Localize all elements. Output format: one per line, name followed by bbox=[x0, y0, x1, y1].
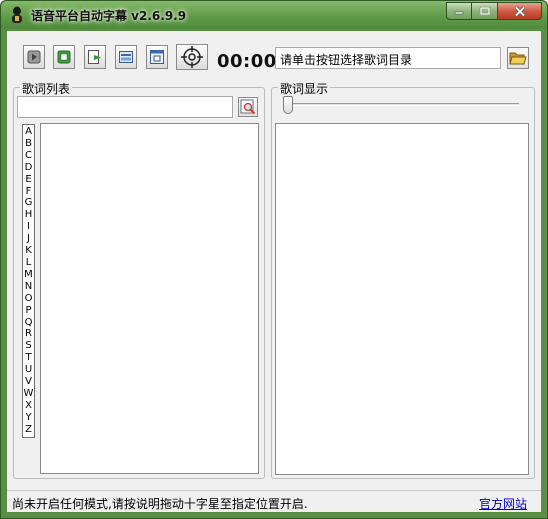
alphabet-letter[interactable]: O bbox=[25, 293, 33, 304]
alphabet-letter[interactable]: E bbox=[25, 174, 31, 185]
alphabet-letter[interactable]: X bbox=[25, 400, 32, 411]
alphabet-letter[interactable]: Z bbox=[25, 424, 32, 435]
alphabet-letter[interactable]: V bbox=[25, 377, 32, 387]
maximize-button[interactable] bbox=[472, 2, 498, 20]
alphabet-letter[interactable]: D bbox=[25, 162, 33, 173]
alphabet-letter[interactable]: W bbox=[24, 388, 34, 399]
crosshair-button[interactable] bbox=[176, 44, 208, 70]
alphabet-letter[interactable]: H bbox=[25, 210, 33, 220]
lyric-display-panel bbox=[275, 123, 529, 475]
document-icon bbox=[119, 51, 133, 63]
window-icon bbox=[150, 50, 164, 64]
app-icon bbox=[12, 6, 22, 23]
timer-display: 00:00 bbox=[217, 51, 277, 72]
song-search-button[interactable] bbox=[238, 97, 258, 117]
lyric-progress-thumb[interactable] bbox=[283, 96, 293, 114]
alphabet-letter[interactable]: T bbox=[25, 353, 31, 363]
alphabet-letter[interactable]: P bbox=[25, 305, 31, 316]
alphabet-letter[interactable]: S bbox=[25, 341, 31, 351]
crosshair-icon bbox=[181, 46, 203, 68]
window-title: 语音平台自动字幕 v2.6.9.9 bbox=[31, 9, 187, 23]
minimize-button[interactable] bbox=[446, 2, 472, 20]
alphabet-letter[interactable]: J bbox=[27, 234, 30, 244]
alphabet-letter[interactable]: Q bbox=[25, 317, 33, 328]
alphabet-letter[interactable]: A bbox=[25, 127, 32, 137]
alphabet-letter[interactable]: K bbox=[25, 246, 32, 256]
alphabet-letter[interactable]: N bbox=[25, 281, 32, 292]
alphabet-letter[interactable]: Y bbox=[25, 412, 31, 423]
alphabet-letter[interactable]: C bbox=[25, 150, 32, 161]
play-icon bbox=[27, 50, 41, 64]
close-button[interactable] bbox=[498, 2, 542, 20]
song-search-input[interactable] bbox=[17, 96, 233, 118]
alphabet-letter[interactable]: B bbox=[25, 138, 32, 149]
export-icon bbox=[88, 50, 101, 64]
choose-folder-button[interactable] bbox=[507, 47, 529, 69]
client-area: 00:00 请单击按钮选择歌词目录 歌词列表 ABCDEFGHIJKLMNOPQ… bbox=[7, 31, 541, 512]
alphabet-letter[interactable]: M bbox=[24, 269, 33, 280]
alphabet-letter[interactable]: F bbox=[26, 186, 32, 197]
lyrics-directory-field[interactable]: 请单击按钮选择歌词目录 bbox=[275, 47, 501, 69]
stop-button[interactable] bbox=[53, 45, 75, 69]
status-bar: 尚未开启任何模式,请按说明拖动十字星至指定位置开启. 官方网站 bbox=[7, 490, 541, 512]
official-site-link[interactable]: 官方网站 bbox=[479, 495, 527, 512]
window-controls bbox=[446, 2, 542, 20]
alphabet-letter[interactable]: G bbox=[25, 198, 33, 208]
lyrics-edit-button[interactable] bbox=[115, 45, 137, 69]
export-button[interactable] bbox=[84, 45, 106, 69]
lyric-progress-slider[interactable] bbox=[287, 103, 519, 106]
alphabet-letter[interactable]: L bbox=[26, 257, 32, 268]
alphabet-letter[interactable]: I bbox=[27, 222, 30, 232]
maximize-icon bbox=[479, 6, 490, 16]
close-icon bbox=[514, 5, 525, 17]
stop-icon bbox=[57, 50, 71, 64]
app-window: 语音平台自动字幕 v2.6.9.9 00:00 请单击按钮选择歌词目录 歌词列表… bbox=[0, 0, 548, 519]
mode-button[interactable] bbox=[146, 45, 168, 69]
folder-open-icon bbox=[509, 52, 527, 65]
alphabet-letter[interactable]: R bbox=[25, 329, 32, 339]
song-list-title: 歌词列表 bbox=[20, 80, 73, 97]
search-icon bbox=[240, 99, 256, 115]
minimize-icon bbox=[454, 11, 464, 15]
lyric-display-title: 歌词显示 bbox=[278, 80, 331, 97]
song-list[interactable] bbox=[40, 123, 259, 474]
alphabet-letter[interactable]: U bbox=[25, 365, 32, 375]
alphabet-index[interactable]: ABCDEFGHIJKLMNOPQRSTUVWXYZ bbox=[22, 124, 35, 438]
title-bar[interactable]: 语音平台自动字幕 v2.6.9.9 bbox=[1, 1, 547, 29]
play-button[interactable] bbox=[23, 45, 45, 69]
status-message: 尚未开启任何模式,请按说明拖动十字星至指定位置开启. bbox=[12, 497, 308, 511]
